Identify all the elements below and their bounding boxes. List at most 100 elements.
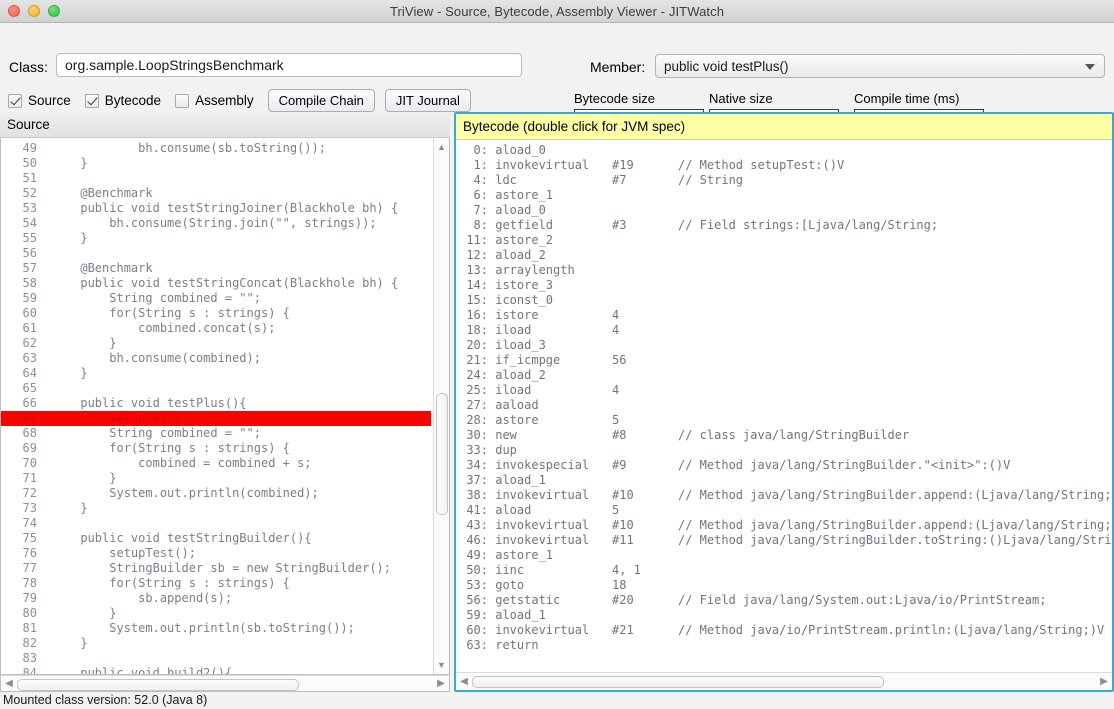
bytecode-line[interactable]: 37: aload_1	[456, 473, 1112, 488]
source-line[interactable]: 56	[1, 246, 431, 261]
source-line-text: @Benchmark	[37, 186, 153, 200]
source-line[interactable]: 76 setupTest();	[1, 546, 431, 561]
source-line[interactable]: 81 System.out.println(sb.toString());	[1, 621, 431, 636]
bytecode-line[interactable]: 25: iload 4	[456, 383, 1112, 398]
bytecode-line[interactable]: 13: arraylength	[456, 263, 1112, 278]
source-line[interactable]: 60 for(String s : strings) {	[1, 306, 431, 321]
bytecode-line[interactable]: 6: astore_1	[456, 188, 1112, 203]
scroll-left-icon[interactable]: ◀	[457, 673, 471, 690]
source-line[interactable]: 71 }	[1, 471, 431, 486]
bytecode-line[interactable]: 8: getfield #3 // Field strings:[Ljava/lan…	[456, 218, 1112, 233]
source-line-number: 61	[22, 321, 37, 335]
source-line[interactable]: 61 combined.concat(s);	[1, 321, 431, 336]
source-line[interactable]: 51	[1, 171, 431, 186]
source-line[interactable]: 66 public void testPlus(){	[1, 396, 431, 411]
source-vscroll-thumb[interactable]	[436, 393, 448, 515]
bytecode-line[interactable]: 0: aload_0	[456, 143, 1112, 158]
checkbox-bytecode[interactable]: Bytecode	[84, 93, 161, 108]
source-line[interactable]: 59 String combined = "";	[1, 291, 431, 306]
bytecode-line[interactable]: 33: dup	[456, 443, 1112, 458]
bytecode-line[interactable]: 24: aload_2	[456, 368, 1112, 383]
bytecode-line[interactable]: 59: aload_1	[456, 608, 1112, 623]
bytecode-line[interactable]: 14: istore_3	[456, 278, 1112, 293]
source-line[interactable]: 82 }	[1, 636, 431, 651]
scroll-left-icon[interactable]: ◀	[2, 676, 16, 691]
source-line[interactable]: 65	[1, 381, 431, 396]
checkbox-assembly-box[interactable]	[175, 93, 190, 108]
source-line[interactable]: 58 public void testStringConcat(Blackhol…	[1, 276, 431, 291]
source-line[interactable]: 80 }	[1, 606, 431, 621]
bytecode-line[interactable]: 34: invokespecial #9 // Method java/lang/S…	[456, 458, 1112, 473]
minimize-button[interactable]	[28, 5, 40, 17]
jit-journal-button[interactable]: JIT Journal	[384, 89, 471, 112]
source-line[interactable]: 70 combined = combined + s;	[1, 456, 431, 471]
source-line[interactable]: 74	[1, 516, 431, 531]
bytecode-line[interactable]: 27: aaload	[456, 398, 1112, 413]
source-line[interactable]: 62 }	[1, 336, 431, 351]
checkbox-source-box[interactable]	[8, 93, 22, 108]
bytecode-horizontal-scrollbar[interactable]: ◀ ▶	[456, 672, 1112, 690]
source-line[interactable]: 79 sb.append(s);	[1, 591, 431, 606]
source-line[interactable]: 78 for(String s : strings) {	[1, 576, 431, 591]
source-line[interactable]: 54 bh.consume(String.join("", strings));	[1, 216, 431, 231]
source-line[interactable]: 63 bh.consume(combined);	[1, 351, 431, 366]
scroll-down-icon[interactable]: ▼	[434, 658, 449, 672]
member-dropdown[interactable]: public void testPlus()	[655, 54, 1105, 78]
compile-chain-button[interactable]: Compile Chain	[267, 89, 375, 112]
bytecode-line[interactable]: 53: goto 18	[456, 578, 1112, 593]
source-line[interactable]: 57 @Benchmark	[1, 261, 431, 276]
source-vertical-scrollbar[interactable]: ▲ ▼	[433, 138, 449, 674]
bytecode-line[interactable]: 21: if_icmpge 56	[456, 353, 1112, 368]
source-line[interactable]: 55 }	[1, 231, 431, 246]
source-hscroll-thumb[interactable]	[17, 679, 299, 691]
maximize-button[interactable]	[48, 5, 60, 17]
checkbox-bytecode-box[interactable]	[84, 93, 99, 108]
bytecode-line[interactable]: 15: iconst_0	[456, 293, 1112, 308]
source-line[interactable]: 52 @Benchmark	[1, 186, 431, 201]
source-line[interactable]: 50 }	[1, 156, 431, 171]
source-line[interactable]: 72 System.out.println(combined);	[1, 486, 431, 501]
bytecode-line[interactable]: 49: astore_1	[456, 548, 1112, 563]
source-line[interactable]: 49 bh.consume(sb.toString());	[1, 141, 431, 156]
source-line[interactable]: 75 public void testStringBuilder(){	[1, 531, 431, 546]
source-line[interactable]: 64 }	[1, 366, 431, 381]
source-horizontal-scrollbar[interactable]: ◀ ▶	[0, 675, 450, 692]
source-line[interactable]: 84 public void build2(){	[1, 666, 431, 674]
bytecode-line[interactable]: 7: aload_0	[456, 203, 1112, 218]
bytecode-line[interactable]: 28: astore 5	[456, 413, 1112, 428]
bytecode-line[interactable]: 30: new #8 // class java/lang/StringBuilde…	[456, 428, 1112, 443]
bytecode-line[interactable]: 38: invokevirtual #10 // Method java/lang/…	[456, 488, 1112, 503]
class-input[interactable]	[56, 53, 522, 77]
bytecode-line[interactable]: 4: ldc #7 // String	[456, 173, 1112, 188]
bytecode-line[interactable]: 41: aload 5	[456, 503, 1112, 518]
bytecode-line[interactable]: 56: getstatic #20 // Field java/lang/Syste…	[456, 593, 1112, 608]
bytecode-hscroll-thumb[interactable]	[472, 676, 884, 688]
source-line[interactable]: 67 setupTest();	[1, 411, 431, 426]
source-line[interactable]: 73 }	[1, 501, 431, 516]
source-line[interactable]: 69 for(String s : strings) {	[1, 441, 431, 456]
bytecode-code-area[interactable]: 0: aload_0 1: invokevirtual #19// Method s…	[456, 140, 1112, 672]
scroll-right-icon[interactable]: ▶	[434, 676, 448, 691]
bytecode-line[interactable]: 1: invokevirtual #19 // Method setupTest:(…	[456, 158, 1112, 173]
checkbox-source[interactable]: Source	[8, 93, 71, 108]
bytecode-line[interactable]: 43: invokevirtual #10 // Method java/lang/…	[456, 518, 1112, 533]
close-button[interactable]	[8, 5, 20, 17]
bytecode-line[interactable]: 11: astore_2	[456, 233, 1112, 248]
source-line[interactable]: 83	[1, 651, 431, 666]
bytecode-line[interactable]: 60: invokevirtual #21 // Method java/io/Pr…	[456, 623, 1112, 638]
scroll-up-icon[interactable]: ▲	[434, 140, 449, 154]
bytecode-line[interactable]: 20: iload_3	[456, 338, 1112, 353]
bytecode-line[interactable]: 63: return	[456, 638, 1112, 653]
scroll-right-icon[interactable]: ▶	[1097, 673, 1111, 690]
source-line[interactable]: 77 StringBuilder sb = new StringBuilder(…	[1, 561, 431, 576]
source-line[interactable]: 68 String combined = "";	[1, 426, 431, 441]
source-code-area[interactable]: 49 bh.consume(sb.toString()); 50 } 51 52 @…	[0, 138, 450, 675]
bytecode-line[interactable]: 16: istore 4	[456, 308, 1112, 323]
checkbox-assembly[interactable]: Assembly	[175, 93, 254, 108]
bytecode-line[interactable]: 46: invokevirtual #11 // Method java/lang/…	[456, 533, 1112, 548]
source-line[interactable]: 53 public void testStringJoiner(Blackhol…	[1, 201, 431, 216]
bytecode-line[interactable]: 18: iload 4	[456, 323, 1112, 338]
bytecode-line[interactable]: 50: iinc 4, 1	[456, 563, 1112, 578]
bytecode-line[interactable]: 12: aload_2	[456, 248, 1112, 263]
bytecode-panel-header[interactable]: Bytecode (double click for JVM spec)	[456, 114, 1112, 140]
